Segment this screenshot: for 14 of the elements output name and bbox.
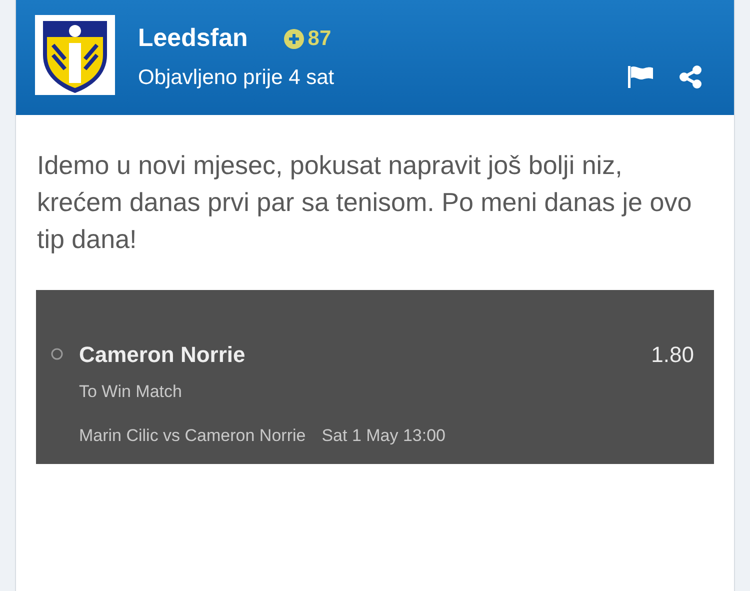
match-time: Sat 1 May 13:00	[322, 424, 446, 446]
bullet-icon	[51, 348, 63, 360]
post-time: Objavljeno prije 4 sat	[138, 64, 336, 90]
username[interactable]: Leedsfan	[138, 20, 248, 58]
bet-selection: Cameron Norrie	[79, 341, 246, 369]
bet-odds: 1.80	[651, 341, 694, 369]
flag-icon[interactable]	[628, 65, 654, 90]
club-logo-icon	[35, 15, 115, 95]
post-text: Idemo u novi mjesec, pokusat napravit još bolji niz, krećem danas prvi par sa tenisom. Po meni danas je ovo tip dana!	[36, 149, 693, 256]
match-name: Marin Cilic vs Cameron Norrie	[79, 424, 306, 446]
points-count: 87	[308, 26, 332, 52]
plus-icon	[284, 28, 304, 49]
bet-market: To Win Match	[79, 381, 183, 403]
share-icon[interactable]	[679, 65, 703, 90]
